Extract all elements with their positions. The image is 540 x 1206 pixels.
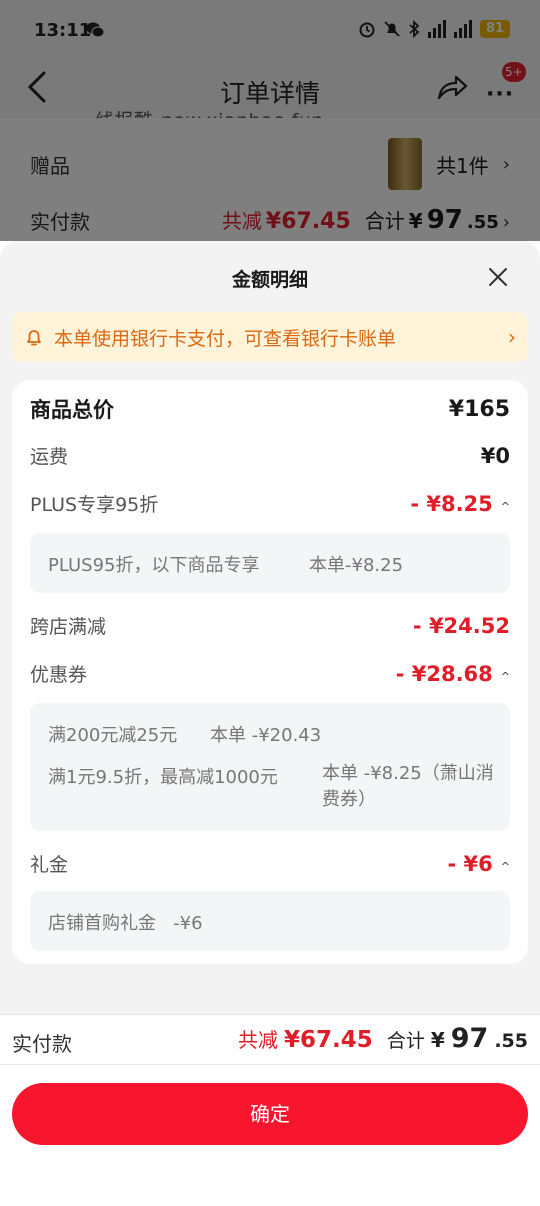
reduce-value: ¥67.45 [284, 1027, 373, 1053]
shipping-row: 运费 ¥0 [30, 442, 510, 469]
goods-total-row: 商品总价 ¥165 [30, 394, 510, 424]
coupon-label: 优惠券 [30, 664, 88, 686]
plus-discount-row[interactable]: PLUS专享95折 - ¥8.25 ^ [30, 490, 510, 517]
plus-discount-label: PLUS专享95折 [30, 494, 159, 516]
plus-discount-detail: PLUS95折，以下商品专享 本单-¥8.25 [30, 533, 510, 593]
plus-detail-value: 本单-¥8.25 [309, 555, 404, 576]
sheet-title: 金额明细 [231, 269, 308, 291]
total-symbol: ¥ [430, 1028, 445, 1052]
paid-summary-bar: 实付款 共减 ¥67.45 合计 ¥ 97 .55 [0, 1014, 540, 1065]
bank-card-notice[interactable]: 本单使用银行卡支付，可查看银行卡账单 › [12, 312, 528, 362]
shipping-label: 运费 [30, 446, 69, 468]
paid-summary: 共减 ¥67.45 合计 ¥ 97 .55 [238, 1023, 528, 1054]
chevron-right-icon: › [508, 325, 516, 349]
close-icon[interactable] [486, 265, 510, 289]
plus-discount-value: - ¥8.25 [410, 491, 493, 516]
coupon-2-value: 本单 -¥8.25（萧山消费券） [322, 763, 494, 810]
cross-store-row: 跨店满减 - ¥24.52 [30, 612, 510, 639]
amount-detail-card: 商品总价 ¥165 运费 ¥0 PLUS专享95折 - ¥8.25 ^ PLUS9… [12, 380, 528, 964]
plus-detail-name: PLUS95折，以下商品专享 [48, 555, 260, 576]
gift-money-value: - ¥6 [447, 851, 493, 876]
confirm-area: 确定 [0, 1065, 540, 1206]
cross-store-label: 跨店满减 [30, 616, 107, 638]
gift-money-detail: 店铺首购礼金 -¥6 [30, 891, 510, 951]
shipping-value: ¥0 [480, 443, 510, 468]
coupon-row[interactable]: 优惠券 - ¥28.68 ^ [30, 660, 510, 687]
total-int: 97 [450, 1023, 489, 1054]
caret-up-icon[interactable]: ^ [501, 860, 510, 873]
goods-total-label: 商品总价 [30, 398, 114, 422]
coupon-value: - ¥28.68 [395, 661, 493, 686]
notice-text: 本单使用银行卡支付，可查看银行卡账单 [54, 327, 397, 350]
coupon-1-name: 满200元减25元 [48, 725, 178, 746]
gift-money-row[interactable]: 礼金 - ¥6 ^ [30, 850, 510, 877]
caret-up-icon[interactable]: ^ [501, 670, 510, 683]
gift-money-label: 礼金 [30, 854, 69, 876]
coupon-1-value: 本单 -¥20.43 [210, 725, 322, 746]
gift-money-detail-text: 店铺首购礼金 -¥6 [48, 913, 203, 934]
total-dec: .55 [494, 1030, 528, 1052]
coupon-2-name: 满1元9.5折，最高减1000元 [48, 767, 278, 788]
coupon-detail: 满200元减25元 本单 -¥20.43 满1元9.5折，最高减1000元 本单… [30, 703, 510, 831]
reduce-label: 共减 [238, 1028, 279, 1052]
modal-overlay[interactable] [0, 0, 540, 241]
confirm-button[interactable]: 确定 [12, 1083, 528, 1145]
cross-store-value: - ¥24.52 [412, 613, 510, 638]
total-label: 合计 [386, 1030, 425, 1052]
caret-up-icon[interactable]: ^ [501, 500, 510, 513]
bell-icon [27, 330, 41, 346]
goods-total-value: ¥165 [448, 396, 510, 422]
paid-label: 实付款 [12, 1032, 72, 1056]
